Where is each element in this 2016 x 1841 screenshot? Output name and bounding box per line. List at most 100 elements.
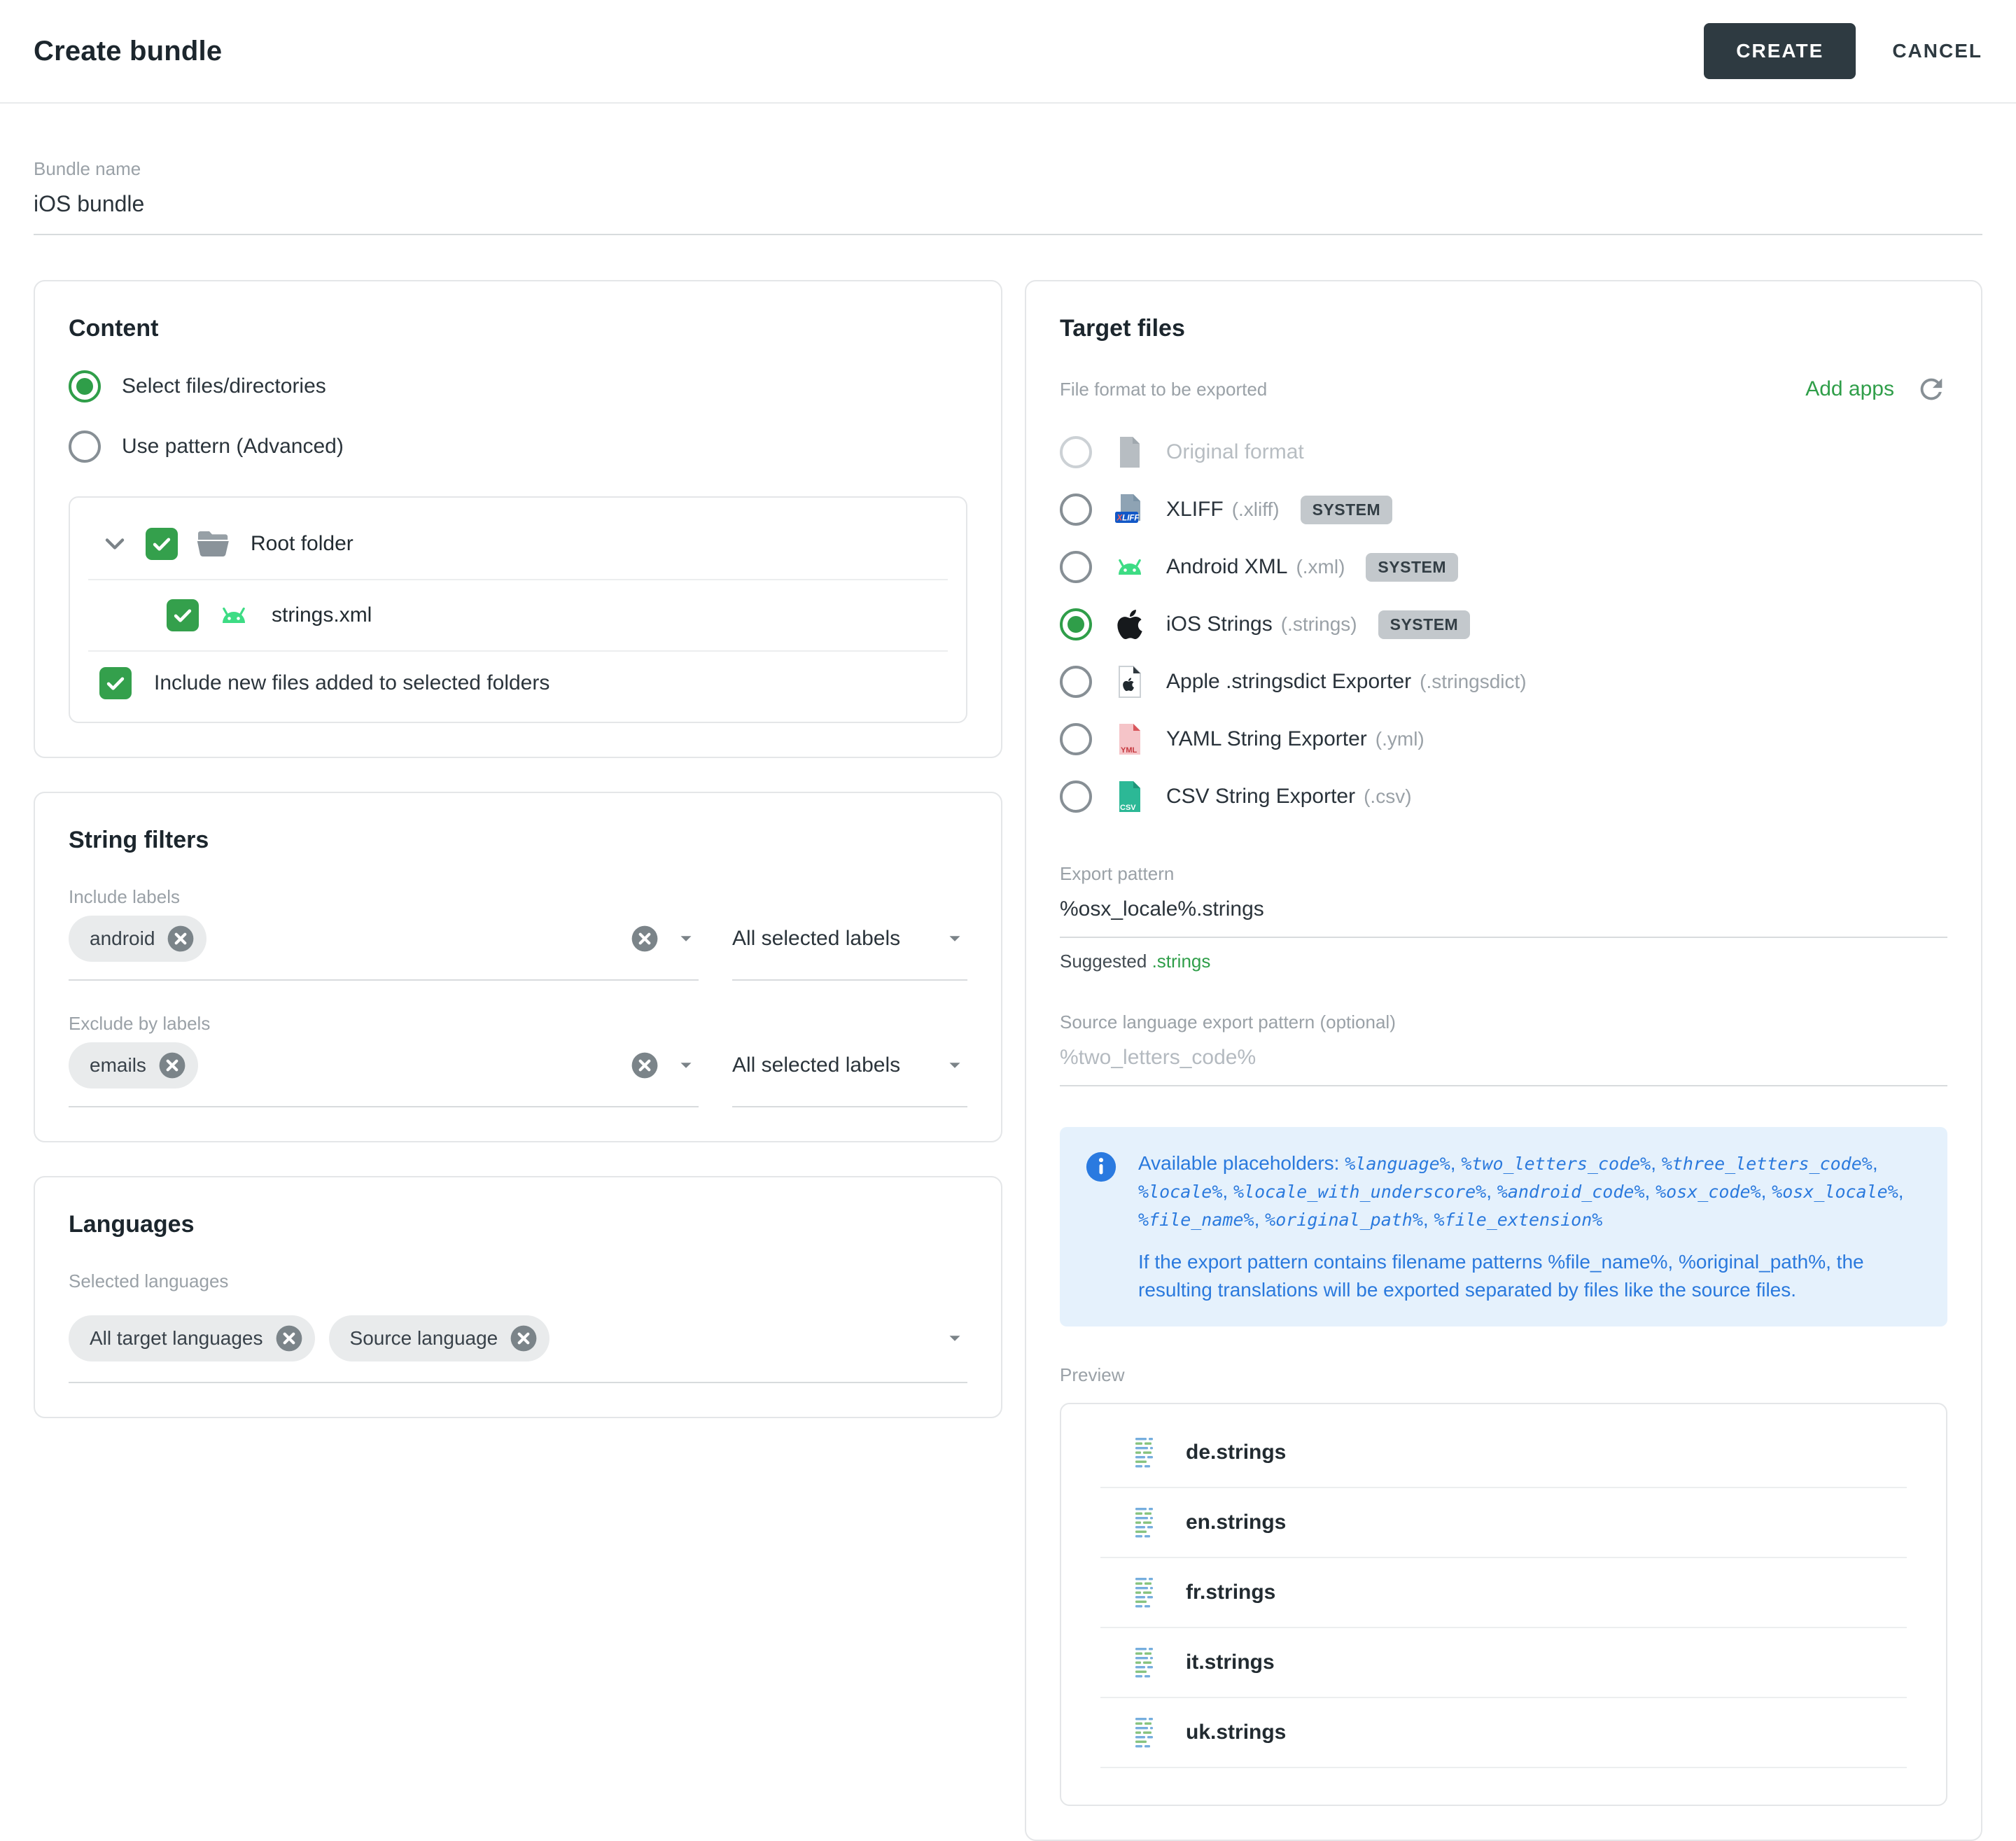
chip-text: emails: [90, 1054, 146, 1077]
suggested-line: Suggested .strings: [1060, 951, 1947, 972]
format-option[interactable]: YAML String Exporter (.yml): [1060, 710, 1947, 768]
radio-button[interactable]: [1060, 666, 1092, 698]
check-icon: [104, 671, 127, 695]
select-value: All selected labels: [732, 927, 900, 951]
strings-file-icon: [1131, 1646, 1159, 1679]
create-button[interactable]: CREATE: [1704, 23, 1856, 79]
clear-field-button[interactable]: [630, 1051, 659, 1080]
right-column: Target files File format to be exported …: [1025, 280, 1982, 1841]
placeholders-intro: Available placeholders:: [1138, 1152, 1339, 1174]
remove-chip-button[interactable]: [509, 1324, 538, 1353]
radio-button[interactable]: [1060, 551, 1092, 583]
topbar-actions: CREATE CANCEL: [1704, 23, 1982, 79]
include-labels-label: Include labels: [69, 886, 967, 908]
cancel-button[interactable]: CANCEL: [1892, 40, 1982, 62]
bundle-name-input[interactable]: iOS bundle: [34, 191, 1982, 217]
format-name: Apple .stringsdict Exporter: [1166, 670, 1411, 694]
remove-chip-button[interactable]: [166, 924, 195, 953]
file-checkbox[interactable]: [167, 599, 199, 631]
radio-button[interactable]: [1060, 723, 1092, 755]
clear-field-button[interactable]: [630, 924, 659, 953]
columns: Content Select files/directories Use pat…: [0, 280, 2016, 1841]
tree-row-root-folder[interactable]: Root folder: [70, 509, 966, 579]
radio-use-pattern[interactable]: Use pattern (Advanced): [69, 430, 967, 463]
remove-chip-button[interactable]: [274, 1324, 304, 1353]
radio-label: Use pattern (Advanced): [122, 435, 344, 458]
format-option[interactable]: Apple .stringsdict Exporter (.stringsdic…: [1060, 653, 1947, 710]
suggested-label: Suggested: [1060, 951, 1147, 972]
include-labels-group: Include labels android: [69, 886, 967, 981]
placeholder-token: %file_extension%: [1434, 1210, 1602, 1230]
placeholder-token: %locale_with_underscore%: [1233, 1182, 1486, 1202]
chevron-down-icon[interactable]: [673, 1053, 699, 1078]
placeholder-token: %language%: [1345, 1154, 1450, 1174]
chevron-down-icon[interactable]: [673, 926, 699, 951]
refresh-icon[interactable]: [1915, 373, 1947, 405]
export-pattern-input[interactable]: %osx_locale%.strings: [1060, 897, 1947, 938]
preview-file-name: it.strings: [1186, 1651, 1275, 1674]
preview-file-row: en.strings: [1100, 1488, 1907, 1558]
radio-select-files-directories[interactable]: Select files/directories: [69, 370, 967, 402]
placeholder-token: %android_code%: [1497, 1182, 1645, 1202]
selected-languages-field[interactable]: All target languages Source language: [69, 1306, 967, 1383]
include-new-files-toggle[interactable]: Include new files added to selected fold…: [70, 652, 966, 709]
bundle-name-field[interactable]: Bundle name iOS bundle: [34, 158, 1982, 235]
placeholder-token: %file_name%: [1138, 1210, 1254, 1230]
page-title: Create bundle: [34, 36, 222, 67]
chip-text: Source language: [350, 1327, 498, 1350]
language-chip: All target languages: [69, 1315, 315, 1362]
radio-button[interactable]: [1060, 493, 1092, 526]
remove-chip-button[interactable]: [158, 1051, 187, 1080]
chip-list: android: [69, 916, 206, 962]
include-labels-mode-select[interactable]: All selected labels: [732, 908, 967, 981]
preview-label: Preview: [1060, 1364, 1947, 1386]
tree-node-label: Root folder: [251, 532, 354, 556]
radio-button[interactable]: [1060, 780, 1092, 813]
close-icon: [166, 924, 195, 953]
radio-button[interactable]: [69, 430, 101, 463]
exclude-labels-mode-select[interactable]: All selected labels: [732, 1035, 967, 1107]
check-icon: [171, 603, 195, 627]
content-title: Content: [69, 315, 967, 342]
format-option[interactable]: CSV String Exporter (.csv): [1060, 768, 1947, 825]
format-option[interactable]: Original format: [1060, 424, 1947, 481]
file-format-header: File format to be exported Add apps: [1060, 373, 1947, 405]
radio-button[interactable]: [1060, 608, 1092, 640]
string-filters-card: String filters Include labels android: [34, 792, 1002, 1142]
chevron-down-icon[interactable]: [99, 528, 130, 559]
placeholder-token: %three_letters_code%: [1662, 1154, 1872, 1174]
format-option[interactable]: iOS Strings (.strings) SYSTEM: [1060, 596, 1947, 653]
android-icon: [217, 598, 251, 632]
placeholder-token: %two_letters_code%: [1461, 1154, 1651, 1174]
include-labels-field[interactable]: android: [69, 908, 699, 981]
preview-file-name: uk.strings: [1186, 1721, 1286, 1744]
placeholders-note: If the export pattern contains filename …: [1138, 1248, 1922, 1304]
format-extension: (.stringsdict): [1420, 671, 1526, 693]
label-chip: emails: [69, 1042, 198, 1088]
strings-file-icon: [1131, 1716, 1159, 1749]
format-name: Android XML: [1166, 555, 1287, 579]
format-extension: (.strings): [1281, 613, 1357, 636]
strings-file-icon: [1131, 1436, 1159, 1469]
suggested-extension-link[interactable]: .strings: [1152, 951, 1211, 972]
radio-button[interactable]: [69, 370, 101, 402]
exclude-labels-field[interactable]: emails: [69, 1035, 699, 1107]
radio-button[interactable]: [1060, 436, 1092, 468]
source-pattern-input[interactable]: %two_letters_code%: [1060, 1046, 1947, 1086]
folder-icon: [196, 527, 230, 561]
placeholder-token: %osx_code%: [1656, 1182, 1761, 1202]
language-chip: Source language: [329, 1315, 550, 1362]
include-new-files-checkbox[interactable]: [99, 667, 132, 699]
tree-row-strings-xml[interactable]: strings.xml: [70, 580, 966, 650]
csv-icon: [1113, 780, 1147, 813]
add-apps-link[interactable]: Add apps: [1805, 377, 1894, 401]
system-badge: SYSTEM: [1366, 553, 1458, 582]
close-icon: [630, 1051, 659, 1080]
chevron-down-icon[interactable]: [942, 1326, 967, 1351]
strings-file-icon: [1131, 1576, 1159, 1609]
strings-file-icon: [1131, 1506, 1159, 1539]
file-icon: [1113, 435, 1147, 469]
format-option[interactable]: XLIFF (.xliff) SYSTEM: [1060, 481, 1947, 538]
root-folder-checkbox[interactable]: [146, 528, 178, 560]
format-option[interactable]: Android XML (.xml) SYSTEM: [1060, 538, 1947, 596]
